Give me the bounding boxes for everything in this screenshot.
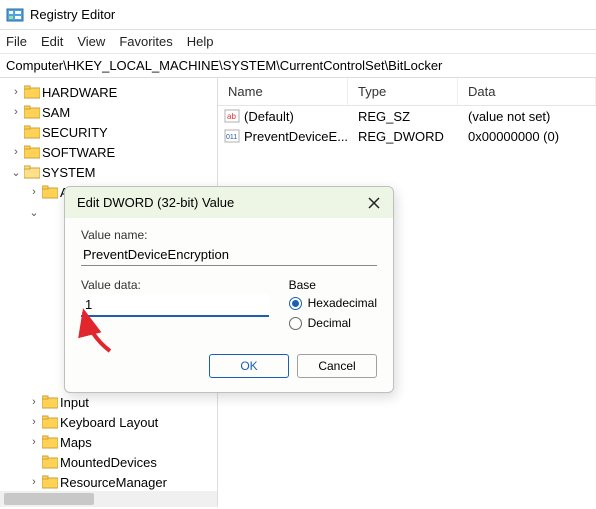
folder-icon [42,415,58,429]
list-header: Name Type Data [218,78,596,106]
value-name-input[interactable] [81,244,377,266]
chevron-right-icon[interactable]: › [28,396,40,408]
dialog-titlebar: Edit DWORD (32-bit) Value [65,187,393,218]
list-row[interactable]: 011 PreventDeviceE... REG_DWORD 0x000000… [218,126,596,146]
value-data-label: Value data: [81,278,269,292]
svg-text:011: 011 [226,134,237,141]
radio-icon [289,317,302,330]
tree-node-hardware[interactable]: ›HARDWARE [10,82,217,102]
tree-node-resmgr[interactable]: ›ResourceManager [28,472,217,492]
folder-icon [24,125,40,139]
horizontal-scrollbar[interactable] [0,491,217,507]
folder-icon [24,145,40,159]
tree-node-input[interactable]: ›Input [28,392,217,412]
value-data-input[interactable] [81,294,269,317]
menu-edit[interactable]: Edit [41,34,63,49]
menu-help[interactable]: Help [187,34,214,49]
dialog-title: Edit DWORD (32-bit) Value [77,195,234,210]
folder-icon [42,455,58,469]
chevron-right-icon[interactable]: › [10,86,22,98]
dword-value-icon: 011 [224,128,240,144]
tree-node-keyboard[interactable]: ›Keyboard Layout [28,412,217,432]
menu-view[interactable]: View [77,34,105,49]
column-data[interactable]: Data [458,78,596,105]
chevron-right-icon[interactable]: › [28,436,40,448]
tree-node-software[interactable]: ›SOFTWARE [10,142,217,162]
chevron-right-icon[interactable]: › [28,476,40,488]
chevron-down-icon[interactable]: ⌄ [10,166,22,179]
close-icon[interactable] [367,196,381,210]
app-title: Registry Editor [30,7,115,22]
tree-node-sam[interactable]: ›SAM [10,102,217,122]
folder-open-icon [24,165,40,179]
chevron-right-icon[interactable]: › [28,416,40,428]
column-type[interactable]: Type [348,78,458,105]
folder-icon [42,435,58,449]
address-bar[interactable]: Computer\HKEY_LOCAL_MACHINE\SYSTEM\Curre… [0,54,596,78]
tree-node-maps[interactable]: ›Maps [28,432,217,452]
tree-node-mounted[interactable]: MountedDevices [28,452,217,472]
column-name[interactable]: Name [218,78,348,105]
folder-icon [24,85,40,99]
chevron-right-icon[interactable]: › [10,146,22,158]
tree-node-security[interactable]: SECURITY [10,122,217,142]
list-row[interactable]: ab (Default) REG_SZ (value not set) [218,106,596,126]
chevron-down-icon[interactable]: ⌄ [28,206,40,219]
regedit-icon [6,6,24,24]
titlebar: Registry Editor [0,0,596,30]
chevron-right-icon[interactable]: › [10,106,22,118]
string-value-icon: ab [224,108,240,124]
folder-icon [42,395,58,409]
tree-node-system[interactable]: ⌄SYSTEM [10,162,217,182]
menu-favorites[interactable]: Favorites [119,34,172,49]
radio-icon [289,297,302,310]
cancel-button[interactable]: Cancel [297,354,377,378]
radio-hexadecimal[interactable]: Hexadecimal [289,296,377,310]
menubar: File Edit View Favorites Help [0,30,596,54]
svg-text:ab: ab [227,112,236,121]
ok-button[interactable]: OK [209,354,289,378]
scrollbar-thumb[interactable] [4,493,94,505]
menu-file[interactable]: File [6,34,27,49]
folder-icon [42,185,58,199]
chevron-right-icon[interactable]: › [28,186,40,198]
folder-icon [42,475,58,489]
edit-dword-dialog: Edit DWORD (32-bit) Value Value name: Va… [64,186,394,393]
folder-icon [24,105,40,119]
radio-decimal[interactable]: Decimal [289,316,377,330]
value-name-label: Value name: [81,228,377,242]
base-label: Base [289,278,377,292]
